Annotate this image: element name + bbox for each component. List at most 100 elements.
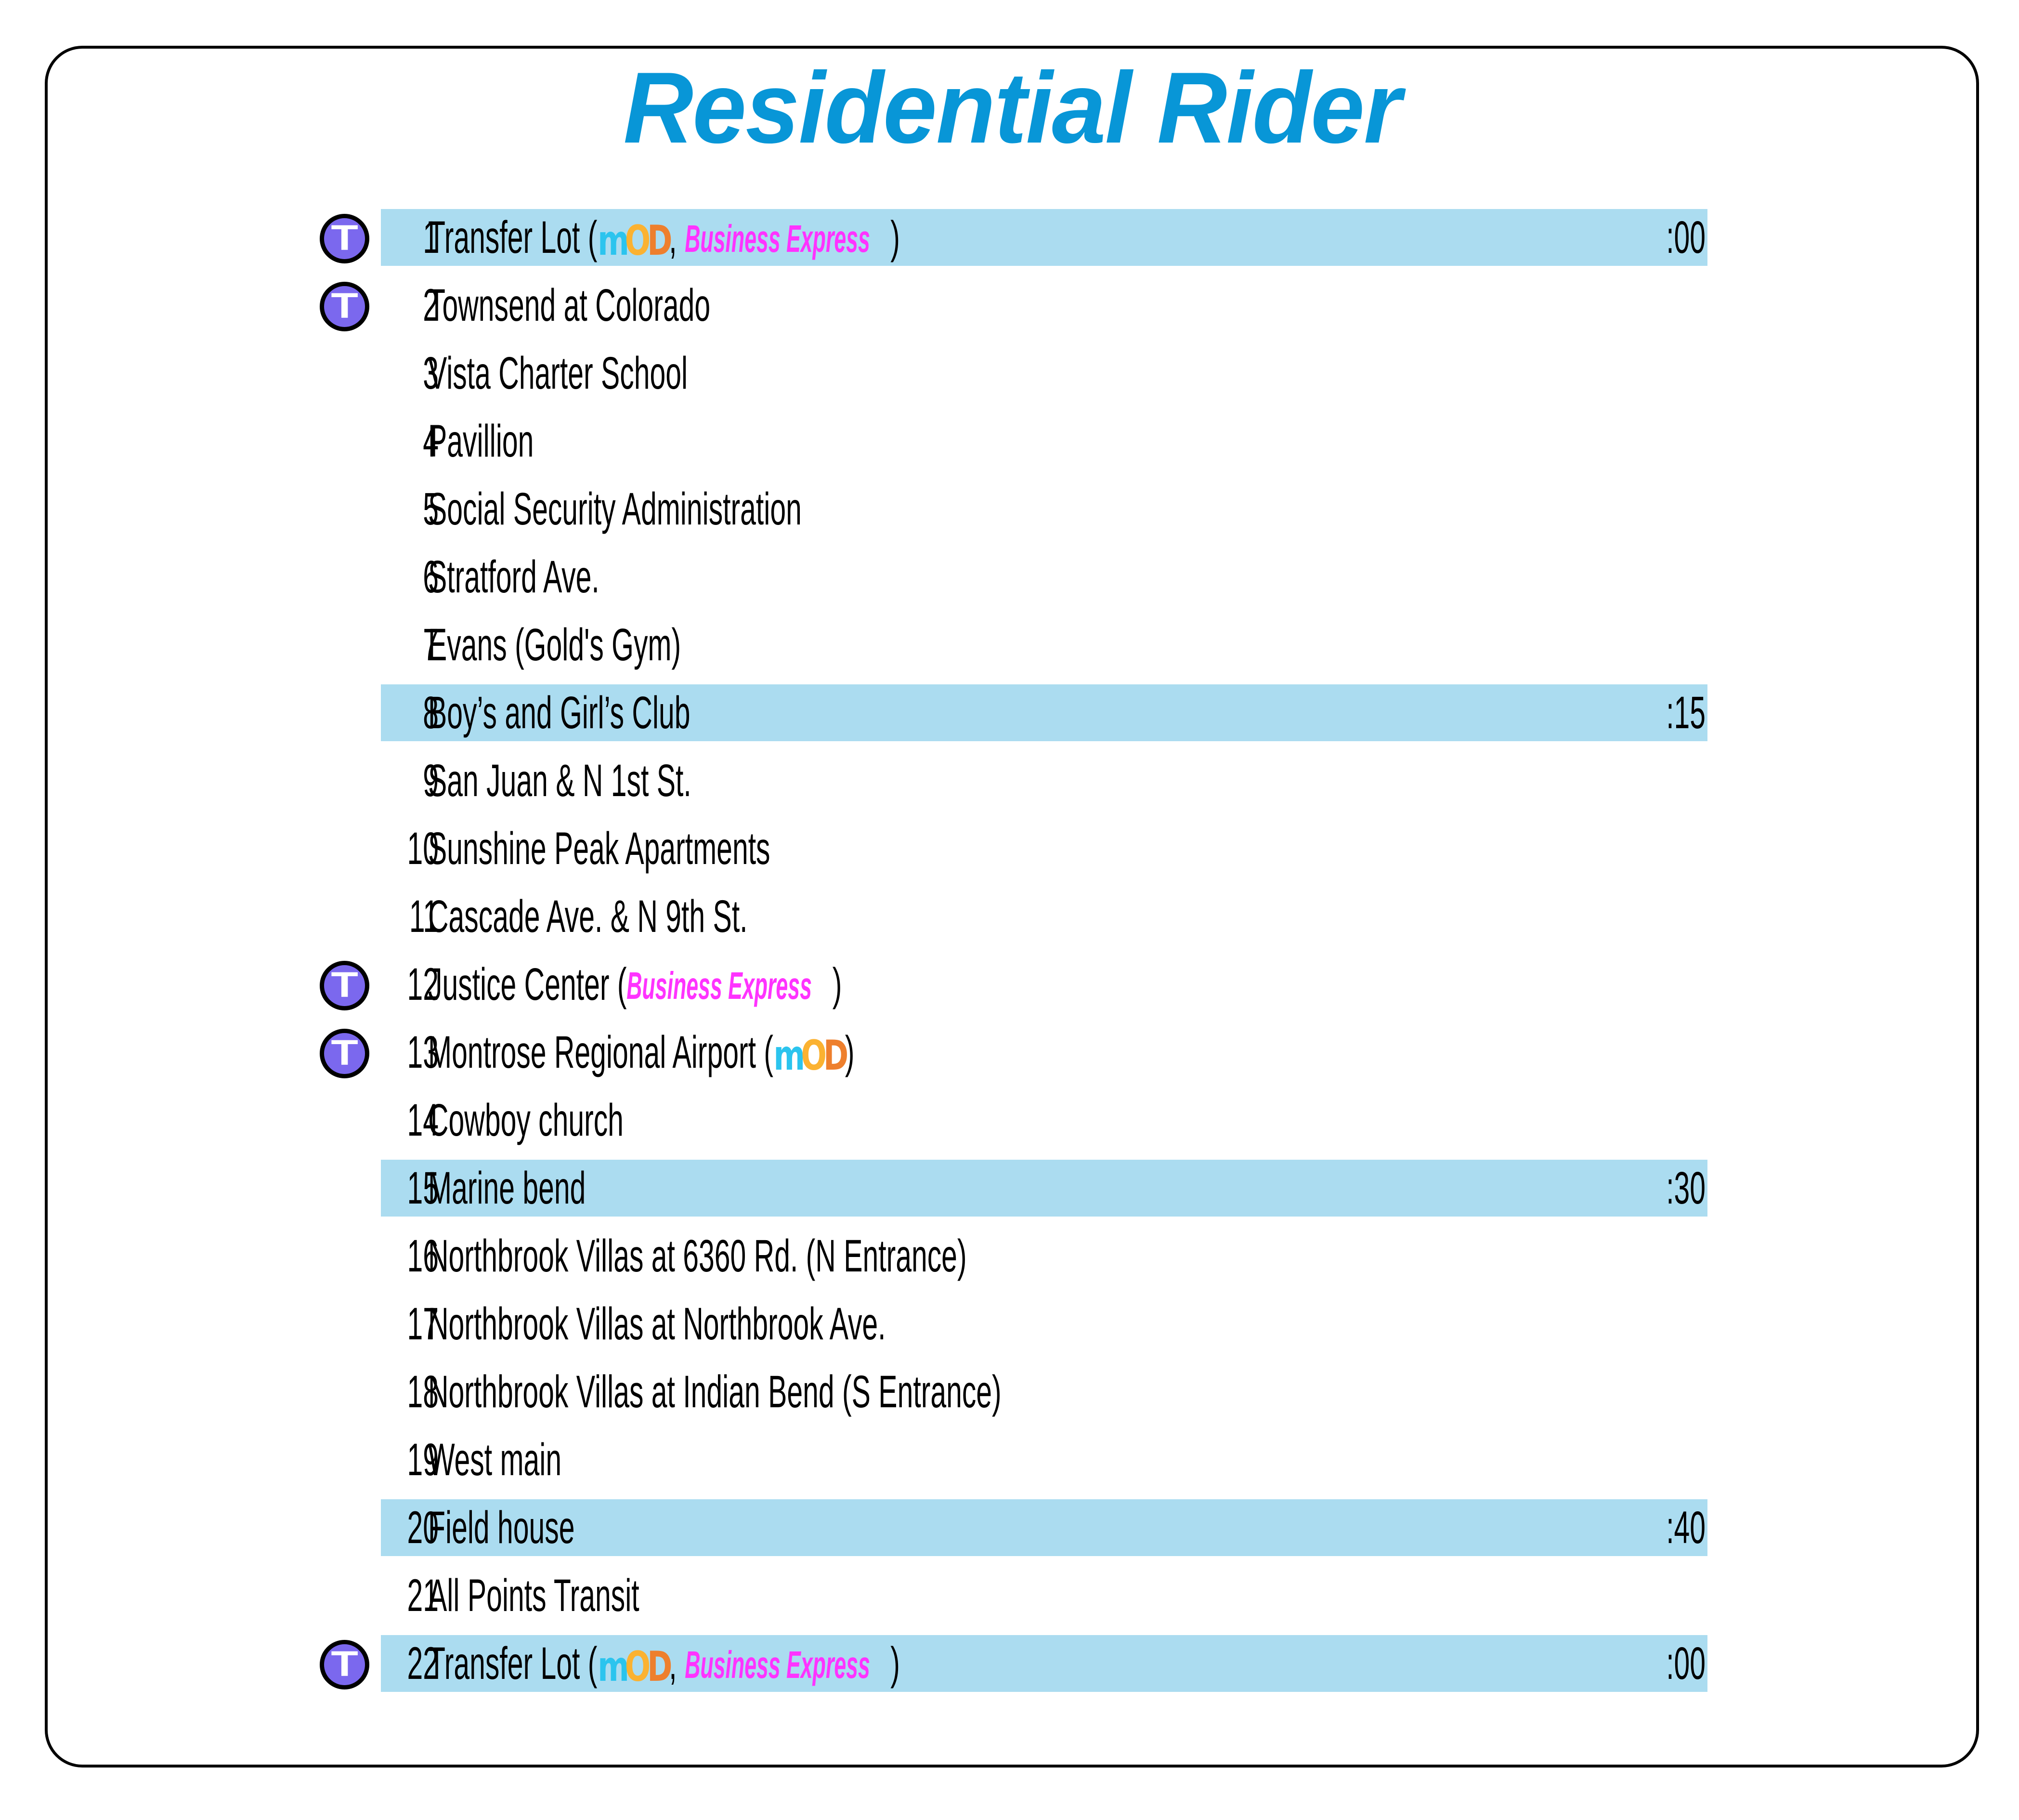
- mod-logo: mOD: [597, 217, 673, 262]
- stop-line: 9 San Juan & N 1st St.: [381, 752, 1707, 809]
- stop-name-text: Stratford Ave.: [428, 551, 599, 602]
- transfer-badge-letter: T: [331, 285, 358, 326]
- stop-name-text: Pavillion: [428, 415, 534, 467]
- stop-line: 7 Evans (Gold's Gym): [381, 616, 1707, 673]
- mod-logo: mOD: [773, 1032, 849, 1077]
- stop-row: 3 Vista Charter School: [48, 345, 1976, 413]
- stop-line: 20 Field house:40: [381, 1499, 1707, 1556]
- stop-name-text: Evans (Gold's Gym): [428, 619, 681, 670]
- stop-line: 17 Northbrook Villas at Northbrook Ave.: [381, 1296, 1707, 1352]
- transfer-badge-icon: T: [320, 282, 369, 331]
- stop-row: 14 Cowboy church: [48, 1092, 1976, 1160]
- stop-line: 11 Cascade Ave. & N 9th St.: [381, 888, 1707, 945]
- stop-line: 8 Boy’s and Girl’s Club:15: [381, 684, 1707, 741]
- stop-label: Vista Charter School: [428, 347, 688, 399]
- stop-name-text: Field house: [428, 1502, 575, 1553]
- stop-label: Evans (Gold's Gym): [428, 622, 681, 668]
- stop-line: 14 Cowboy church: [381, 1092, 1707, 1149]
- stop-label: Boy’s and Girl’s Club: [428, 690, 690, 736]
- stop-row: T 12 Justice Center (Business Express): [48, 956, 1976, 1024]
- stop-row: 21 All Points Transit: [48, 1567, 1976, 1635]
- stop-label: Stratford Ave.: [428, 554, 599, 600]
- stop-label: Cowboy church: [428, 1094, 624, 1146]
- transfer-badge-icon: T: [320, 1029, 369, 1078]
- transfer-badge-icon: T: [320, 1640, 369, 1689]
- stop-row: T 13 Montrose Regional Airport (mOD): [48, 1024, 1976, 1092]
- stop-row: T 2 Townsend at Colorado: [48, 277, 1976, 345]
- stop-row: T 1 Transfer Lot (mOD, Business Express):0…: [48, 209, 1976, 277]
- business-express-logo: Business Express: [684, 1643, 870, 1686]
- stop-list: T 1 Transfer Lot (mOD, Business Express):0…: [48, 209, 1976, 1703]
- stop-row: 10 Sunshine Peak Apartments: [48, 820, 1976, 888]
- stop-name-text: Sunshine Peak Apartments: [428, 823, 770, 874]
- stop-row: 4 Pavillion: [48, 413, 1976, 481]
- stop-name-text: Northbrook Villas at 6360 Rd. (N Entranc…: [428, 1230, 967, 1282]
- stop-label: San Juan & N 1st St.: [428, 758, 691, 804]
- stop-name-text: Cowboy church: [428, 1094, 624, 1146]
- stop-row: 6 Stratford Ave.: [48, 549, 1976, 616]
- transfer-badge-letter: T: [331, 217, 358, 258]
- stop-line: 5 Social Security Administration: [381, 481, 1707, 537]
- stop-line: 19 West main: [381, 1431, 1707, 1488]
- business-express-logo: Business Express: [684, 217, 870, 260]
- stop-label: Pavillion: [428, 415, 534, 467]
- stop-line: 6 Stratford Ave.: [381, 549, 1707, 605]
- stop-row: 5 Social Security Administration: [48, 481, 1976, 549]
- stop-line: 16 Northbrook Villas at 6360 Rd. (N Entra…: [381, 1228, 1707, 1284]
- stop-label: Northbrook Villas at Northbrook Ave.: [428, 1301, 886, 1347]
- stop-name-text: Transfer Lot (: [428, 211, 598, 263]
- stop-name-suffix-text: ): [890, 1637, 900, 1689]
- stop-row: 20 Field house:40: [48, 1499, 1976, 1567]
- stop-line: 2 Townsend at Colorado: [381, 277, 1707, 334]
- route-schedule-card: Residential Rider T 1 Transfer Lot (mOD, B…: [45, 46, 1979, 1768]
- stop-time: :00: [1666, 211, 1706, 263]
- stop-label: Transfer Lot (mOD, Business Express): [428, 211, 900, 263]
- stop-label: Northbrook Villas at 6360 Rd. (N Entranc…: [428, 1233, 967, 1279]
- stop-name-text: Social Security Administration: [428, 483, 802, 535]
- stop-row: 8 Boy’s and Girl’s Club:15: [48, 684, 1976, 752]
- transfer-badge-letter: T: [331, 1032, 358, 1073]
- stop-time: :00: [1666, 1637, 1706, 1689]
- stop-row: 7 Evans (Gold's Gym): [48, 616, 1976, 684]
- stop-time: :40: [1666, 1502, 1706, 1553]
- stop-row: 9 San Juan & N 1st St.: [48, 752, 1976, 820]
- stop-name-text: Northbrook Villas at Indian Bend (S Entr…: [428, 1366, 1002, 1417]
- stop-name-text: Justice Center (: [428, 958, 627, 1010]
- stop-name-suffix-text: ): [890, 211, 900, 263]
- stop-label: All Points Transit: [428, 1570, 639, 1621]
- stop-row: 16 Northbrook Villas at 6360 Rd. (N Entra…: [48, 1228, 1976, 1296]
- stop-row: 15 Marine bend:30: [48, 1160, 1976, 1228]
- stop-line: 10 Sunshine Peak Apartments: [381, 820, 1707, 877]
- stop-row: 18 Northbrook Villas at Indian Bend (S En…: [48, 1363, 1976, 1431]
- mod-logo: mOD: [597, 1643, 673, 1689]
- stop-name-text: Montrose Regional Airport (: [428, 1026, 773, 1078]
- stop-label: Field house: [428, 1505, 575, 1551]
- transfer-badge-icon: T: [320, 214, 369, 263]
- stop-time: :15: [1666, 687, 1706, 738]
- stop-line: 15 Marine bend:30: [381, 1160, 1707, 1217]
- stop-line: 21 All Points Transit: [381, 1567, 1707, 1624]
- mod-logo-letter: D: [647, 216, 673, 265]
- stop-label: Social Security Administration: [428, 486, 802, 532]
- stop-label: Northbrook Villas at Indian Bend (S Entr…: [428, 1369, 1002, 1415]
- stop-line: 3 Vista Charter School: [381, 345, 1707, 402]
- stop-line: 13 Montrose Regional Airport (mOD): [381, 1024, 1707, 1081]
- transfer-badge-letter: T: [331, 1643, 358, 1684]
- stop-name-text: Northbrook Villas at Northbrook Ave.: [428, 1298, 886, 1349]
- stop-name-text: Vista Charter School: [428, 347, 688, 399]
- stop-label: Townsend at Colorado: [428, 279, 711, 331]
- stop-name-text: All Points Transit: [428, 1570, 639, 1621]
- stop-time: :30: [1666, 1162, 1706, 1214]
- stop-name-text: Cascade Ave. & N 9th St.: [428, 890, 748, 942]
- stop-line: 12 Justice Center (Business Express): [381, 956, 1707, 1013]
- mod-logo-letter: D: [823, 1031, 849, 1080]
- stop-line: 1 Transfer Lot (mOD, Business Express):00: [381, 209, 1707, 266]
- stop-label: Sunshine Peak Apartments: [428, 823, 770, 874]
- stop-row: 11 Cascade Ave. & N 9th St.: [48, 888, 1976, 956]
- stop-label: Justice Center (Business Express): [428, 958, 842, 1010]
- stop-line: 18 Northbrook Villas at Indian Bend (S En…: [381, 1363, 1707, 1420]
- mod-logo-letter: D: [647, 1642, 673, 1691]
- stop-name-text: Transfer Lot (: [428, 1637, 598, 1689]
- stop-line: 4 Pavillion: [381, 413, 1707, 470]
- stop-name-text: Townsend at Colorado: [428, 279, 711, 331]
